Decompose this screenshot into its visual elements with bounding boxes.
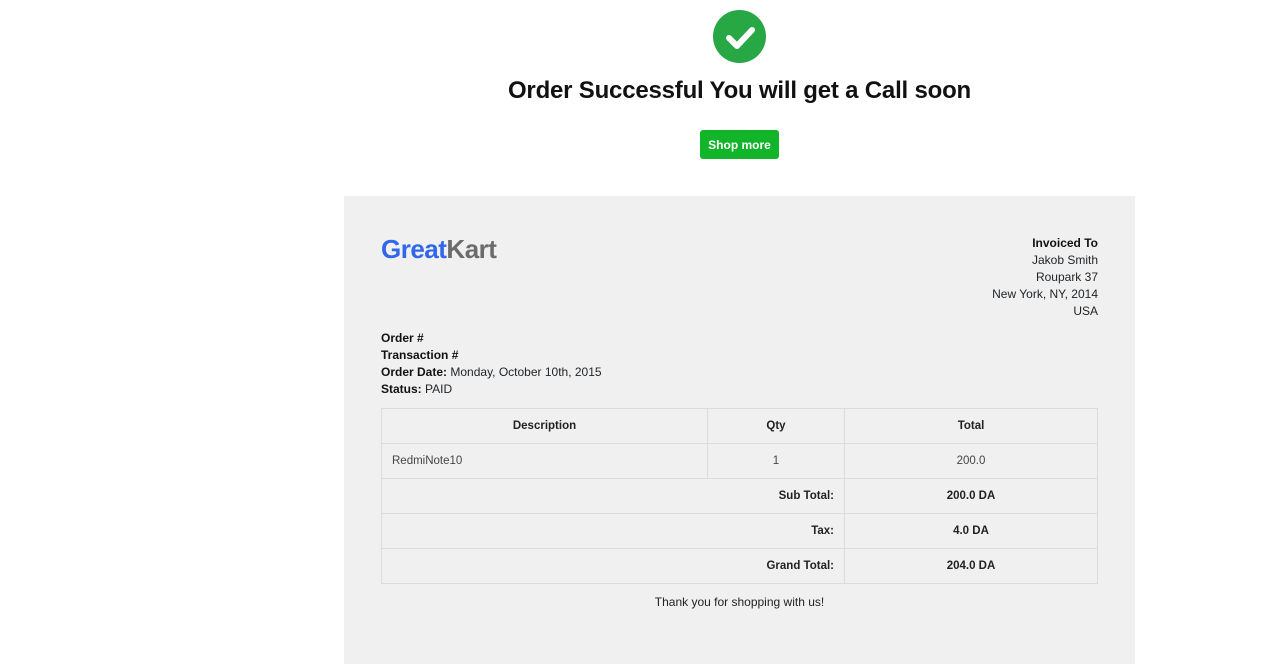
customer-name: Jakob Smith [1031,253,1098,267]
grand-total-value: 204.0 DA [844,548,1098,584]
status-value: PAID [425,382,453,396]
logo-part-great: Great [381,234,447,264]
item-description: RedmiNote10 [381,443,708,479]
item-total: 200.0 [844,443,1098,479]
grand-total-label: Grand Total: [381,548,845,584]
customer-country: USA [1073,304,1098,318]
invoice-panel: GreatKart Invoiced To Jakob Smith Roupar… [344,196,1135,664]
table-header-row: Description Qty Total [381,408,1098,444]
order-info-block: Order # Transaction # Order Date: Monday… [381,330,602,398]
invoice-items-table: Description Qty Total RedmiNote10 1 200.… [381,408,1098,584]
column-header-qty: Qty [707,408,845,444]
page-title: Order Successful You will get a Call soo… [507,77,972,104]
invoiced-to-label: Invoiced To [1032,236,1098,250]
order-success-page: Order Successful You will get a Call soo… [0,0,1272,664]
invoiced-to-block: Invoiced To Jakob Smith Roupark 37 New Y… [992,235,1098,320]
column-header-description: Description [381,408,708,444]
tax-row: Tax: 4.0 DA [381,513,1098,549]
item-qty: 1 [707,443,845,479]
table-row: RedmiNote10 1 200.0 [381,443,1098,479]
shop-more-button[interactable]: Shop more [700,130,779,159]
order-date-label: Order Date: [381,365,448,379]
subtotal-label: Sub Total: [381,478,845,514]
logo-part-kart: Kart [446,234,497,264]
tax-label: Tax: [381,513,845,549]
check-circle-icon [713,10,766,63]
greatkart-logo[interactable]: GreatKart [381,234,497,265]
status-label: Status: [381,382,422,396]
order-number-label: Order # [381,331,424,345]
subtotal-row: Sub Total: 200.0 DA [381,478,1098,514]
thank-you-message: Thank you for shopping with us! [654,595,825,609]
customer-city: New York, NY, 2014 [992,287,1098,301]
subtotal-value: 200.0 DA [844,478,1098,514]
order-date-value: Monday, October 10th, 2015 [450,365,602,379]
customer-street: Roupark 37 [1035,270,1098,284]
transaction-number-label: Transaction # [381,348,459,362]
column-header-total: Total [844,408,1098,444]
grand-total-row: Grand Total: 204.0 DA [381,548,1098,584]
tax-value: 4.0 DA [844,513,1098,549]
